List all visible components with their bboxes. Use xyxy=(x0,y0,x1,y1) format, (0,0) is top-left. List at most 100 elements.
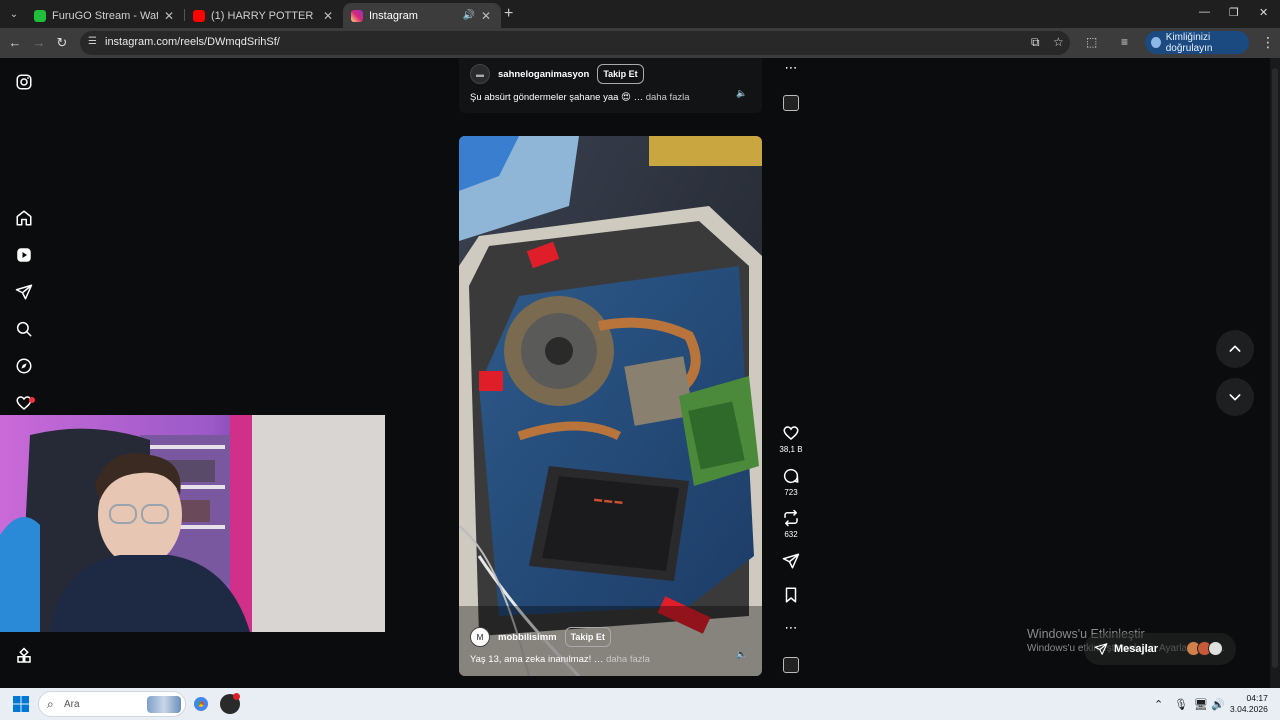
new-tab-button[interactable]: + xyxy=(504,5,513,23)
audio-thumbnail[interactable] xyxy=(783,657,799,673)
save-action[interactable] xyxy=(778,586,804,604)
taskbar-clock[interactable]: 04:17 3.04.2026 xyxy=(1230,693,1268,715)
heart-icon[interactable] xyxy=(782,424,800,442)
verify-label: Kimliğinizi doğrulayın xyxy=(1165,31,1213,54)
taskbar-search-input[interactable]: ⌕ Ara xyxy=(38,691,186,717)
webcam-overlay xyxy=(0,415,385,632)
tab-instagram[interactable]: Instagram 🔊 ✕ xyxy=(343,3,501,28)
follow-button[interactable]: Takip Et xyxy=(597,64,644,84)
avatar xyxy=(1208,641,1223,656)
minimize-icon[interactable]: — xyxy=(1199,6,1210,18)
verify-identity-button[interactable]: Kimliğinizi doğrulayın xyxy=(1145,31,1249,54)
clock-time: 04:17 xyxy=(1246,693,1268,703)
reels-icon[interactable] xyxy=(15,246,33,264)
repost-icon[interactable] xyxy=(782,509,800,527)
windows-taskbar: ⌕ Ara ⌃ 🎙 🖥 🔊 04:17 3.04.2026 xyxy=(0,688,1280,720)
send-icon xyxy=(1094,643,1108,655)
install-app-icon[interactable]: ⧉ xyxy=(1031,35,1040,50)
close-tab-icon[interactable]: ✕ xyxy=(162,9,176,23)
tab-youtube[interactable]: (1) HARRY POTTER DİZİSİ FRAG ✕ xyxy=(185,3,343,28)
close-tab-icon[interactable]: ✕ xyxy=(479,9,493,23)
home-icon[interactable] xyxy=(15,209,33,227)
avatar[interactable]: ▬ xyxy=(470,64,490,84)
tab-title: Instagram xyxy=(369,9,418,22)
scrollbar-thumb[interactable] xyxy=(1272,68,1278,668)
reel-username[interactable]: sahneloganimasyon xyxy=(498,69,589,80)
more-options-icon[interactable]: ⋯ xyxy=(778,620,804,636)
reel-author-row: M mobbilisimm Takip Et xyxy=(470,627,611,647)
site-info-icon[interactable]: ☰ xyxy=(88,36,100,48)
reading-list-icon[interactable]: ≡ xyxy=(1121,35,1128,49)
prev-reel-audio-thumbnail[interactable] xyxy=(783,95,799,111)
avatar[interactable]: M xyxy=(470,627,490,647)
forward-icon[interactable]: → xyxy=(31,35,47,51)
windows-start-icon[interactable] xyxy=(13,696,29,712)
more-link[interactable]: daha fazla xyxy=(646,92,690,103)
like-count: 38,1 B xyxy=(779,445,803,454)
previous-reel-button[interactable] xyxy=(1216,330,1254,368)
notification-dot xyxy=(29,397,35,403)
profile-icon xyxy=(1151,37,1161,48)
repost-action[interactable]: 632 xyxy=(778,509,804,539)
direct-messages-icon[interactable] xyxy=(15,283,33,301)
app-badge-dot xyxy=(233,693,240,700)
tab-search-menu-icon[interactable]: ⌄ xyxy=(6,6,22,22)
furugo-favicon-icon xyxy=(34,9,46,22)
caption-text: Şu absürt göndermeler şahane yaa 😍 … xyxy=(470,92,644,103)
chrome-taskbar-icon[interactable] xyxy=(190,693,212,715)
clock-date: 3.04.2026 xyxy=(1230,704,1268,714)
messages-button[interactable]: Mesajlar xyxy=(1084,633,1236,665)
reel-caption: Şu absürt göndermeler şahane yaa 😍 … dah… xyxy=(470,92,690,103)
close-tab-icon[interactable]: ✕ xyxy=(321,9,335,23)
explore-icon[interactable] xyxy=(15,357,33,375)
bookmark-icon[interactable] xyxy=(782,586,800,604)
extensions-icon[interactable]: ⬚ xyxy=(1086,35,1097,49)
next-reel-button[interactable] xyxy=(1216,378,1254,416)
more-link[interactable]: daha fazla xyxy=(606,654,650,665)
search-placeholder: Ara xyxy=(64,699,80,710)
previous-reel[interactable]: ▬ sahneloganimasyon Takip Et Şu absürt g… xyxy=(459,58,762,113)
bookmark-star-icon[interactable]: ☆ xyxy=(1053,35,1064,49)
tab-audio-icon[interactable]: 🔊 xyxy=(463,10,475,21)
reload-icon[interactable]: ↻ xyxy=(54,35,70,51)
tab-title: (1) HARRY POTTER DİZİSİ FRAG xyxy=(211,9,317,22)
webcam-feed xyxy=(0,415,385,632)
instagram-logo-icon[interactable] xyxy=(15,73,33,91)
search-icon[interactable] xyxy=(15,320,33,338)
volume-icon[interactable]: 🔈 xyxy=(735,649,749,663)
instagram-favicon-icon xyxy=(351,9,363,22)
chevron-down-icon xyxy=(1229,394,1241,401)
share-action[interactable] xyxy=(778,552,804,570)
prev-reel-more-icon[interactable]: ⋯ xyxy=(778,60,804,76)
browser-menu-icon[interactable]: ⋮ xyxy=(1261,34,1275,51)
follow-button[interactable]: Takip Et xyxy=(564,627,611,647)
tray-overflow-icon[interactable]: ⌃ xyxy=(1154,698,1163,711)
network-icon[interactable]: 🖥 xyxy=(1194,698,1208,711)
volume-icon[interactable]: 🔊 xyxy=(1211,698,1225,711)
microphone-icon[interactable]: 🎙 xyxy=(1174,698,1188,711)
reel-username[interactable]: mobbilisimm xyxy=(498,632,557,643)
close-window-icon[interactable]: ✕ xyxy=(1259,6,1268,19)
reel-video[interactable]: ▬ ▬ ▬ M mobbilisimm Takip Et Yaş 13, ama… xyxy=(459,136,762,676)
browser-toolbar: ← → ↻ ☰ instagram.com/reels/DWmqdSrihSf/… xyxy=(0,28,1280,58)
chevron-up-icon xyxy=(1229,345,1241,352)
like-action[interactable]: 38,1 B xyxy=(778,424,804,454)
browser-tab-bar: ⌄ FuruGO Stream - Watch Live on ✕ (1) HA… xyxy=(0,0,1280,28)
volume-icon[interactable]: 🔈 xyxy=(735,88,749,102)
share-icon[interactable] xyxy=(782,552,800,570)
page-scrollbar[interactable] xyxy=(1270,58,1280,688)
reel-author-row: ▬ sahneloganimasyon Takip Et xyxy=(470,64,644,84)
caption-text: Yaş 13, ama zeka inanılmaz! … xyxy=(470,654,604,665)
youtube-favicon-icon xyxy=(193,9,205,22)
comment-action[interactable]: 723 xyxy=(778,467,804,497)
back-icon[interactable]: ← xyxy=(7,35,23,51)
more-menu-icon[interactable] xyxy=(15,647,33,665)
messages-label: Mesajlar xyxy=(1114,643,1159,655)
address-bar[interactable]: ☰ instagram.com/reels/DWmqdSrihSf/ xyxy=(80,31,1070,55)
tab-title: FuruGO Stream - Watch Live on xyxy=(52,9,158,22)
reel-video-frame: ▬ ▬ ▬ xyxy=(459,136,762,676)
tab-furugo[interactable]: FuruGO Stream - Watch Live on ✕ xyxy=(26,3,184,28)
comment-icon[interactable] xyxy=(782,467,800,485)
restore-icon[interactable]: ❐ xyxy=(1229,6,1239,19)
repost-count: 632 xyxy=(784,530,798,539)
